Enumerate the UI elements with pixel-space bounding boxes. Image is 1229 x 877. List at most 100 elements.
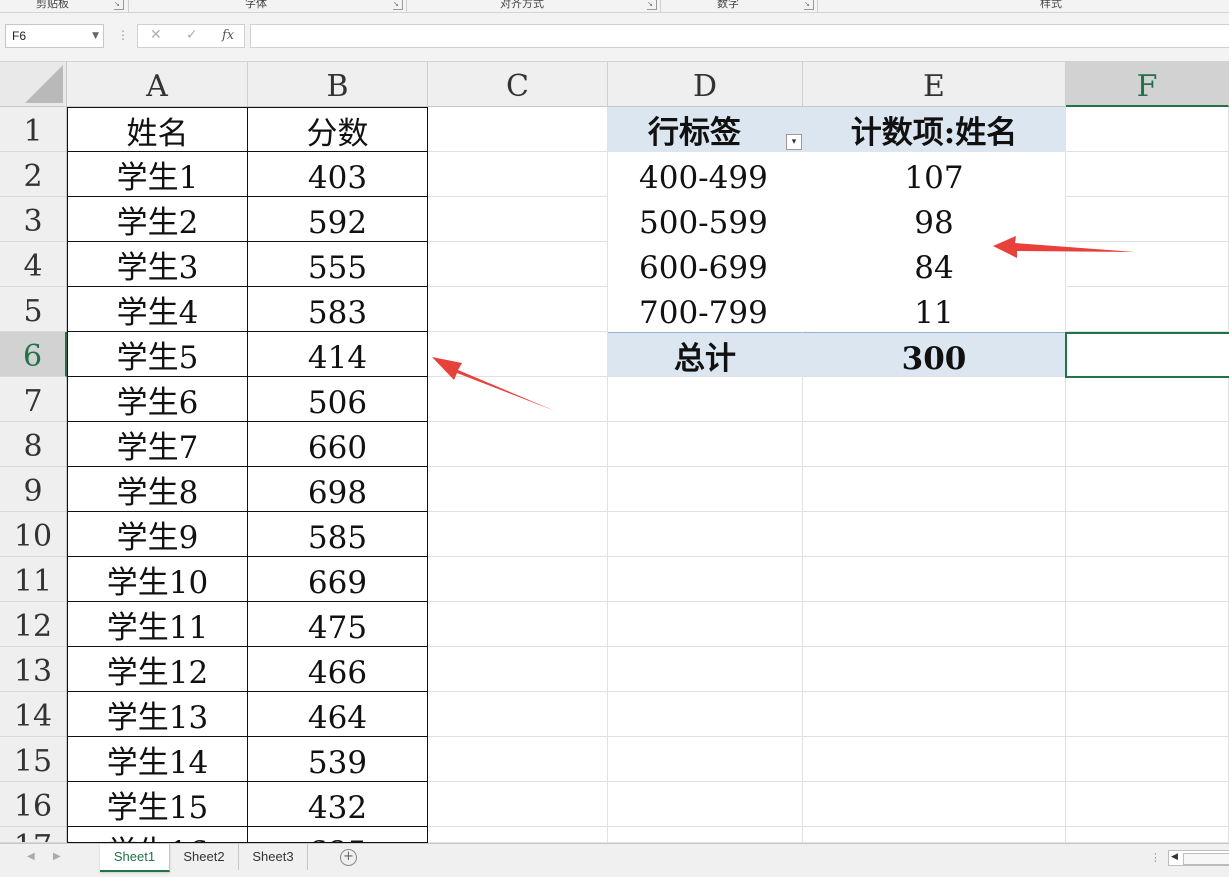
empty-cell[interactable] xyxy=(1066,557,1229,602)
empty-cell[interactable] xyxy=(1066,377,1229,422)
pivot-value-header[interactable]: 计数项:姓名 xyxy=(803,107,1066,152)
table-cell-name[interactable]: 学生7 xyxy=(67,422,248,467)
pivot-row-label[interactable]: 700-799 xyxy=(608,287,803,332)
empty-cell[interactable] xyxy=(428,737,608,782)
empty-cell[interactable] xyxy=(803,647,1066,692)
pivot-row-count[interactable]: 11 xyxy=(803,287,1066,332)
horizontal-scrollbar[interactable]: ◀ xyxy=(1168,850,1229,866)
empty-cell[interactable] xyxy=(1066,422,1229,467)
empty-cell[interactable] xyxy=(428,827,608,843)
row-header-4[interactable]: 4 xyxy=(0,242,67,287)
empty-cell[interactable] xyxy=(1066,242,1229,287)
table-cell-name[interactable]: 学生3 xyxy=(67,242,248,287)
pivot-row-count[interactable]: 107 xyxy=(803,152,1066,197)
empty-cell[interactable] xyxy=(608,647,803,692)
formula-input[interactable] xyxy=(250,24,1229,48)
empty-cell[interactable] xyxy=(803,422,1066,467)
empty-cell[interactable] xyxy=(803,557,1066,602)
function-icon[interactable]: fx xyxy=(222,28,234,43)
table-cell-score[interactable]: 506 xyxy=(248,377,428,422)
empty-cell[interactable] xyxy=(428,602,608,647)
table-cell-name[interactable]: 学生11 xyxy=(67,602,248,647)
empty-cell[interactable] xyxy=(1066,197,1229,242)
pivot-total-value[interactable]: 300 xyxy=(803,332,1066,377)
table-cell-score[interactable]: 585 xyxy=(248,512,428,557)
table-cell-name[interactable]: 学生12 xyxy=(67,647,248,692)
pivot-row-label[interactable]: 500-599 xyxy=(608,197,803,242)
empty-cell[interactable] xyxy=(608,557,803,602)
row-header-13[interactable]: 13 xyxy=(0,647,67,692)
table-cell-name[interactable]: 学生6 xyxy=(67,377,248,422)
empty-cell[interactable] xyxy=(608,737,803,782)
table-cell-score[interactable]: 466 xyxy=(248,647,428,692)
table-cell-score[interactable]: 464 xyxy=(248,692,428,737)
row-header-2[interactable]: 2 xyxy=(0,152,67,197)
table-cell-name[interactable]: 学生9 xyxy=(67,512,248,557)
alignment-launcher-icon[interactable]: ↘ xyxy=(647,0,657,10)
empty-cell[interactable] xyxy=(1066,512,1229,557)
empty-cell[interactable] xyxy=(803,602,1066,647)
empty-cell[interactable] xyxy=(1066,287,1229,332)
table-cell-score[interactable]: 414 xyxy=(248,332,428,377)
row-header-1[interactable]: 1 xyxy=(0,107,67,152)
table-cell-name[interactable]: 学生5 xyxy=(67,332,248,377)
column-header-d[interactable]: D xyxy=(608,62,803,107)
table-cell-score[interactable]: 669 xyxy=(248,557,428,602)
table-cell-score[interactable]: 555 xyxy=(248,242,428,287)
table-cell-score[interactable]: 403 xyxy=(248,152,428,197)
row-header-14[interactable]: 14 xyxy=(0,692,67,737)
empty-cell[interactable] xyxy=(428,692,608,737)
active-cell-f6[interactable] xyxy=(1065,332,1229,378)
row-header-3[interactable]: 3 xyxy=(0,197,67,242)
empty-cell[interactable] xyxy=(428,377,608,422)
empty-cell[interactable] xyxy=(428,242,608,287)
table-cell-score[interactable]: 539 xyxy=(248,737,428,782)
empty-cell[interactable] xyxy=(803,512,1066,557)
table-cell-score[interactable]: 660 xyxy=(248,422,428,467)
pivot-total-label[interactable]: 总计 xyxy=(608,332,803,377)
empty-cell[interactable] xyxy=(608,512,803,557)
row-header-11[interactable]: 11 xyxy=(0,557,67,602)
empty-cell[interactable] xyxy=(1066,692,1229,737)
font-launcher-icon[interactable]: ↘ xyxy=(393,0,403,10)
table-cell-name[interactable]: 学生8 xyxy=(67,467,248,512)
tab-sheet3[interactable]: Sheet3 xyxy=(239,844,308,870)
filter-dropdown-icon[interactable]: ▾ xyxy=(786,134,802,150)
empty-cell[interactable] xyxy=(608,467,803,512)
empty-cell[interactable] xyxy=(803,692,1066,737)
empty-cell[interactable] xyxy=(1066,602,1229,647)
empty-cell[interactable] xyxy=(428,107,608,152)
empty-cell[interactable] xyxy=(608,827,803,843)
cell-name-header[interactable]: 姓名 xyxy=(67,107,248,152)
table-cell-name[interactable]: 学生2 xyxy=(67,197,248,242)
tab-scroll-right-icon[interactable]: ▶ xyxy=(53,851,61,862)
cancel-icon[interactable]: ✕ xyxy=(150,27,162,43)
tab-sheet1[interactable]: Sheet1 xyxy=(100,844,170,872)
empty-cell[interactable] xyxy=(1066,152,1229,197)
row-header-15[interactable]: 15 xyxy=(0,737,67,782)
more-options-icon[interactable]: ⋮ xyxy=(1150,851,1161,864)
empty-cell[interactable] xyxy=(428,782,608,827)
column-header-f[interactable]: F xyxy=(1066,62,1229,107)
table-cell-name[interactable]: 学生4 xyxy=(67,287,248,332)
empty-cell[interactable] xyxy=(608,422,803,467)
add-sheet-icon[interactable]: + xyxy=(340,849,357,866)
empty-cell[interactable] xyxy=(428,467,608,512)
table-cell-name[interactable]: 学生10 xyxy=(67,557,248,602)
tab-scroll-left-icon[interactable]: ◀ xyxy=(27,851,35,862)
tab-sheet2[interactable]: Sheet2 xyxy=(170,844,239,870)
row-header-10[interactable]: 10 xyxy=(0,512,67,557)
empty-cell[interactable] xyxy=(608,782,803,827)
row-header-9[interactable]: 9 xyxy=(0,467,67,512)
table-cell-score[interactable]: 432 xyxy=(248,782,428,827)
empty-cell[interactable] xyxy=(803,467,1066,512)
table-cell-score[interactable]: 583 xyxy=(248,287,428,332)
select-all-button[interactable] xyxy=(0,62,67,107)
empty-cell[interactable] xyxy=(428,332,608,377)
table-cell-score-partial[interactable]: 685 xyxy=(248,827,428,843)
table-cell-name[interactable]: 学生1 xyxy=(67,152,248,197)
row-header-6[interactable]: 6 xyxy=(0,332,67,377)
row-header-16[interactable]: 16 xyxy=(0,782,67,827)
empty-cell[interactable] xyxy=(428,422,608,467)
empty-cell[interactable] xyxy=(1066,737,1229,782)
